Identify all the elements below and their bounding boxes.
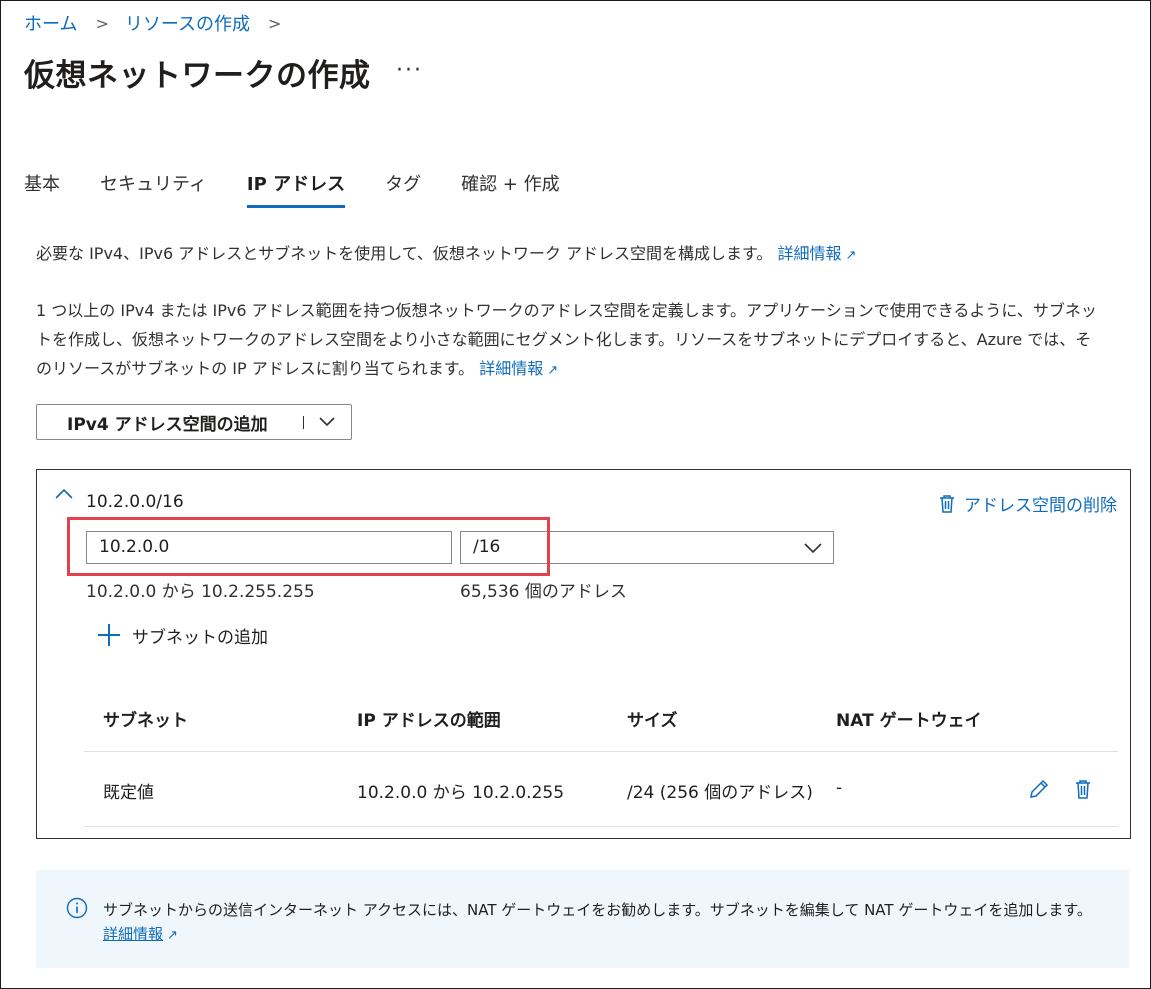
add-subnet-label: サブネットの追加	[132, 627, 268, 648]
tab-ip-addresses[interactable]: IP アドレス	[246, 170, 346, 208]
table-divider	[84, 826, 1118, 827]
column-header-nat-gateway: NAT ゲートウェイ	[836, 711, 982, 731]
add-ipv4-space-label: IPv4 アドレス空間の追加	[67, 414, 268, 435]
delete-subnet-trash-icon[interactable]	[1074, 778, 1092, 804]
chevron-up-icon[interactable]	[54, 486, 74, 506]
delete-address-space-label: アドレス空間の削除	[964, 496, 1117, 516]
breadcrumb-separator: >	[95, 13, 109, 33]
intro-text: 必要な IPv4、IPv6 アドレスとサブネットを使用して、仮想ネットワーク ア…	[36, 240, 856, 264]
intro-body: 必要な IPv4、IPv6 アドレスとサブネットを使用して、仮想ネットワーク ア…	[36, 244, 773, 263]
column-header-size: サイズ	[627, 711, 678, 731]
trash-icon	[940, 494, 954, 513]
breadcrumb-create-resource[interactable]: リソースの作成	[125, 10, 250, 36]
intro-learn-more-link[interactable]: 詳細情報 ↗	[778, 244, 857, 263]
tab-basics[interactable]: 基本	[24, 170, 60, 208]
info-learn-more-link[interactable]: 詳細情報 ↗	[103, 925, 178, 943]
address-space-label: 10.2.0.0/16	[86, 492, 184, 512]
subnet-range-cell: 10.2.0.0 から 10.2.0.255	[357, 783, 565, 803]
subnet-size-cell: /24 (256 個のアドレス)	[627, 783, 813, 803]
description-learn-more-link[interactable]: 詳細情報 ↗	[479, 359, 558, 378]
split-divider	[303, 416, 304, 429]
plus-icon	[98, 624, 120, 646]
address-count-text: 65,536 個のアドレス	[460, 582, 627, 602]
tab-tags[interactable]: タグ	[385, 170, 421, 208]
edit-pencil-icon[interactable]	[1028, 778, 1050, 804]
breadcrumb: ホーム > リソースの作成 >	[24, 10, 297, 36]
page-title: 仮想ネットワークの作成	[24, 58, 371, 94]
table-divider	[84, 751, 1118, 752]
column-header-ip-range: IP アドレスの範囲	[357, 711, 501, 731]
breadcrumb-home[interactable]: ホーム	[24, 10, 77, 36]
external-link-icon: ↗	[167, 928, 178, 943]
delete-address-space-button[interactable]: アドレス空間の削除	[938, 491, 1117, 516]
external-link-icon: ↗	[547, 363, 559, 378]
chevron-down-icon	[804, 543, 822, 554]
info-icon	[66, 897, 88, 923]
info-banner-body: サブネットからの送信インターネット アクセスには、NAT ゲートウェイをお勧めし…	[103, 901, 1092, 919]
subnet-nat-cell: -	[836, 778, 843, 798]
column-header-subnet: サブネット	[103, 711, 188, 731]
address-range-text: 10.2.0.0 から 10.2.255.255	[86, 582, 315, 602]
chevron-down-icon[interactable]	[317, 411, 337, 436]
breadcrumb-separator: >	[267, 13, 282, 33]
subnet-name-link[interactable]: 既定値	[103, 778, 154, 803]
tab-bar: 基本 セキュリティ IP アドレス タグ 確認 + 作成	[24, 170, 600, 208]
more-options-button[interactable]: ···	[396, 58, 423, 83]
tab-security[interactable]: セキュリティ	[100, 170, 207, 208]
highlight-box	[67, 517, 550, 576]
info-banner-text: サブネットからの送信インターネット アクセスには、NAT ゲートウェイをお勧めし…	[103, 898, 1092, 948]
description-body: 1 つ以上の IPv4 または IPv6 アドレス範囲を持つ仮想ネットワークのア…	[36, 301, 1097, 378]
tab-review-create[interactable]: 確認 + 作成	[461, 170, 560, 208]
external-link-icon: ↗	[845, 248, 857, 263]
add-ipv4-space-button[interactable]: IPv4 アドレス空間の追加	[36, 404, 352, 440]
add-subnet-button[interactable]: サブネットの追加	[96, 622, 268, 648]
description-text: 1 つ以上の IPv4 または IPv6 アドレス範囲を持つ仮想ネットワークのア…	[36, 296, 1106, 385]
